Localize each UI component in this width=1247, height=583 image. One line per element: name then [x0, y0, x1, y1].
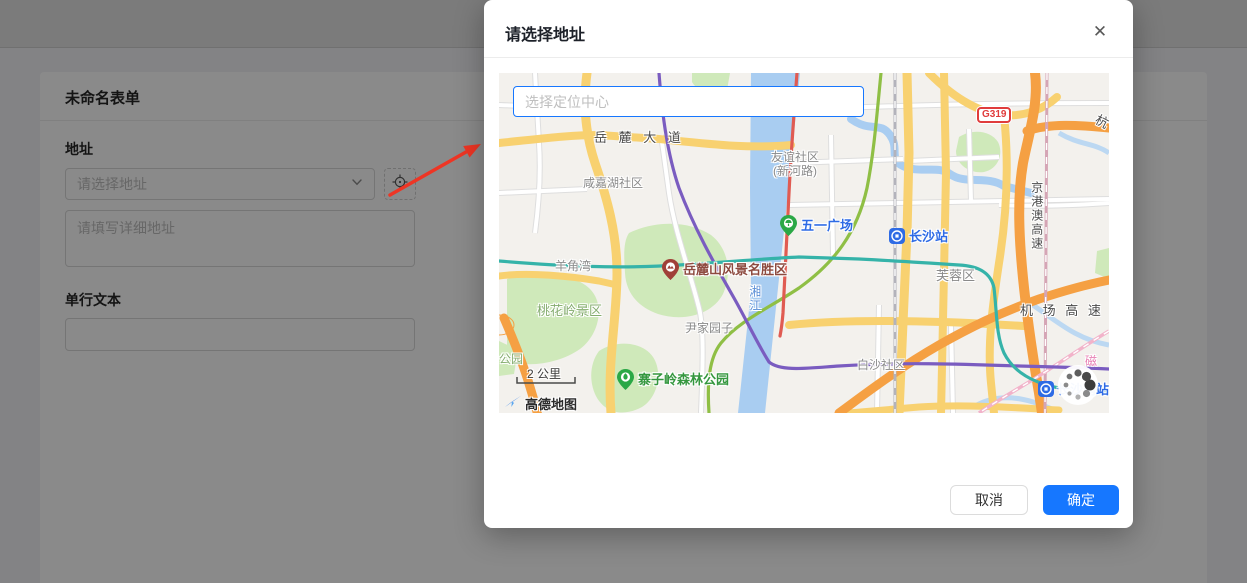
scenic-spot-pin-icon[interactable] — [662, 259, 679, 285]
map-search-input[interactable] — [513, 86, 864, 117]
map-poi-label[interactable]: 寨子岭森林公园 — [638, 373, 729, 388]
dialog-title: 请选择地址 — [505, 21, 585, 45]
railway-station-icon[interactable] — [889, 228, 905, 249]
loading-spinner-icon — [1057, 364, 1099, 411]
map-scale: 2 公里 — [515, 365, 561, 383]
road-badge-g319: G319 — [977, 107, 1011, 123]
map-label-expressway: 机 场 高 速 — [1020, 304, 1104, 319]
select-address-dialog: 请选择地址 ✕ — [484, 0, 1133, 528]
railway-station-icon[interactable] — [1038, 381, 1054, 402]
close-icon[interactable]: ✕ — [1089, 20, 1111, 42]
dialog-footer: 取消 确定 — [950, 485, 1119, 515]
map-label-river: 湘江 — [747, 285, 761, 313]
cancel-button[interactable]: 取消 — [950, 485, 1028, 515]
scenic-spot-pin-icon[interactable] — [780, 215, 797, 241]
map-poi-label[interactable]: 长沙站 — [909, 230, 948, 245]
map-label-area: 尹家园子 — [685, 322, 733, 336]
map-label-area: 友谊社区(新河路) — [771, 151, 819, 179]
map-label-area: 白沙社区 — [857, 359, 905, 373]
confirm-button[interactable]: 确定 — [1043, 485, 1119, 515]
map-label-expressway: 京港澳高速 — [1029, 181, 1043, 251]
map-logo: 高德地图 — [505, 393, 577, 413]
map-poi-label[interactable]: 五一广场 — [801, 219, 853, 234]
map-label-area: 羊角湾 — [555, 260, 591, 274]
map-scale-text: 2 公里 — [527, 367, 561, 381]
map-label-district: 芙蓉区 — [936, 269, 975, 284]
map-poi-label[interactable]: 岳麓山风景名胜区 — [683, 263, 787, 278]
paper-plane-logo-icon — [505, 393, 522, 413]
dialog-header-divider — [484, 57, 1133, 58]
map-view[interactable]: 岳 麓 大 道 咸嘉湖社区 友谊社区(新河路) G319 杭 京港澳高速 机 场… — [499, 73, 1109, 413]
map-canvas — [499, 73, 1109, 413]
map-label-road: 岳 麓 大 道 — [594, 131, 685, 146]
scenic-spot-pin-icon[interactable] — [617, 369, 634, 395]
map-label-area: 咸嘉湖社区 — [583, 177, 643, 191]
map-label-scenic-area: 桃花岭景区 — [537, 304, 602, 319]
map-logo-text: 高德地图 — [525, 394, 577, 413]
screen: 未命名表单 地址 请选择地址 单行文本 — [0, 0, 1247, 583]
